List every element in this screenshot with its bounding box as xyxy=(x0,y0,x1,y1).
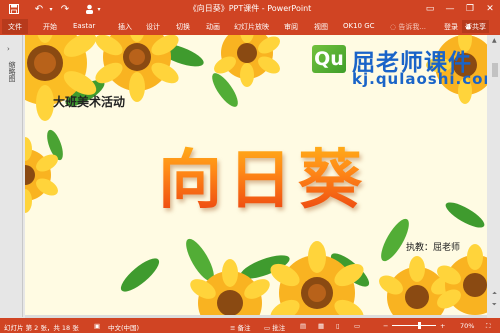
presenter-icon[interactable] xyxy=(84,2,94,16)
login-link[interactable]: 登录 xyxy=(444,22,458,32)
redo-icon[interactable]: ↷ xyxy=(60,2,70,16)
previous-slide-icon[interactable]: ⏶ xyxy=(492,290,497,298)
language-indicator[interactable]: 中文(中国) xyxy=(108,322,139,332)
comments-button[interactable]: ▭ 批注 xyxy=(264,322,285,332)
vertical-scrollbar[interactable]: ▲ ⏶ ⏷ xyxy=(490,35,500,317)
tab-transitions[interactable]: 切换 xyxy=(176,22,190,32)
scroll-up-icon[interactable]: ▲ xyxy=(492,37,497,44)
zoom-level[interactable]: 70% xyxy=(460,322,474,330)
undo-dropdown-icon[interactable]: ▾ xyxy=(48,2,54,16)
tab-review[interactable]: 审阅 xyxy=(284,22,298,32)
person-icon: ⛇ xyxy=(465,23,472,31)
tab-insert[interactable]: 插入 xyxy=(118,22,132,32)
status-bar: 幻灯片 第 2 张，共 18 张 ▣ 中文(中国) ≡ 备注 ▭ 批注 ▤ ▦ … xyxy=(0,318,500,333)
tab-home[interactable]: 开始 xyxy=(43,22,57,32)
slide-title[interactable]: 向日葵 xyxy=(133,129,393,221)
tab-slideshow[interactable]: 幻灯片放映 xyxy=(234,22,269,32)
share-label: 共享 xyxy=(472,22,486,31)
close-button[interactable]: ✕ xyxy=(480,0,500,18)
normal-view-icon[interactable]: ▤ xyxy=(300,322,306,330)
teacher-label[interactable]: 执教：屈老师 xyxy=(406,240,460,253)
notes-label: 备注 xyxy=(237,324,251,332)
spellcheck-icon[interactable]: ▣ xyxy=(94,322,100,330)
slideshow-view-icon[interactable]: ▭ xyxy=(354,322,360,330)
undo-icon[interactable]: ↶ xyxy=(34,2,44,16)
sunflower-bottom-right-a xyxy=(270,241,364,315)
tell-me-search[interactable]: ◌ 告诉我... xyxy=(390,22,426,32)
slide-subtitle[interactable]: 大班美术活动 xyxy=(53,93,125,110)
tell-me-label: 告诉我... xyxy=(398,23,427,31)
slide-sorter-icon[interactable]: ▦ xyxy=(318,322,324,330)
thumbnail-label[interactable]: 缩略图 xyxy=(7,61,17,82)
sunflower-top-center xyxy=(95,35,179,102)
comment-icon: ▭ xyxy=(264,324,271,332)
presenter-icon-glyph xyxy=(85,4,93,14)
tab-animations[interactable]: 动画 xyxy=(206,22,220,32)
title-bar: ↶ ▾ ↷ ▾ 《向日葵》PPT课件 - PowerPoint ▭ — ❐ ✕ xyxy=(0,0,500,18)
restore-button[interactable]: ❐ xyxy=(460,0,480,18)
logo-url: kj.qulaoshi.com xyxy=(352,70,487,88)
notes-button[interactable]: ≡ 备注 xyxy=(230,322,251,332)
fit-slide-icon[interactable]: ⛶ xyxy=(486,322,491,331)
notes-icon: ≡ xyxy=(230,324,236,332)
minimize-button[interactable]: — xyxy=(440,0,460,18)
tab-file[interactable]: 文件 xyxy=(2,19,28,34)
comments-label: 批注 xyxy=(272,324,286,332)
tab-eastar[interactable]: Eastar xyxy=(73,22,95,30)
sunflower-bottom-corner xyxy=(437,244,487,315)
slide-counter: 幻灯片 第 2 张，共 18 张 xyxy=(4,324,79,332)
lightbulb-icon: ◌ xyxy=(390,23,397,31)
tab-design[interactable]: 设计 xyxy=(146,22,160,32)
slide-canvas[interactable]: Qu 屈老师课件 kj.qulaoshi.com 大班美术活动 向日葵 执教：屈… xyxy=(25,35,487,315)
zoom-in-button[interactable]: + xyxy=(440,322,445,330)
tab-ok10gc[interactable]: OK10 GC xyxy=(343,22,375,30)
expand-thumbnails-icon[interactable]: › xyxy=(7,45,10,53)
tab-view[interactable]: 视图 xyxy=(314,22,328,32)
next-slide-icon[interactable]: ⏷ xyxy=(492,301,497,309)
save-icon-glyph xyxy=(9,4,19,14)
reading-view-icon[interactable]: ▯ xyxy=(336,322,340,330)
window-title: 《向日葵》PPT课件 - PowerPoint xyxy=(188,4,312,13)
zoom-out-button[interactable]: − xyxy=(383,322,388,330)
thumbnail-pane: › 缩略图 xyxy=(0,35,23,317)
ribbon-tabs: 文件 开始 Eastar 插入 设计 切换 动画 幻灯片放映 审阅 视图 OK1… xyxy=(0,18,500,35)
zoom-slider-track[interactable] xyxy=(392,325,436,326)
logo-mark: Qu xyxy=(312,45,346,73)
zoom-slider-knob[interactable] xyxy=(418,322,421,329)
scroll-thumb[interactable] xyxy=(492,63,498,77)
ribbon-display-options-icon[interactable]: ▭ xyxy=(420,0,440,18)
save-icon[interactable] xyxy=(8,2,20,16)
share-button[interactable]: ⛇ 共享 xyxy=(462,20,489,33)
customize-toolbar-icon[interactable]: ▾ xyxy=(96,2,102,16)
